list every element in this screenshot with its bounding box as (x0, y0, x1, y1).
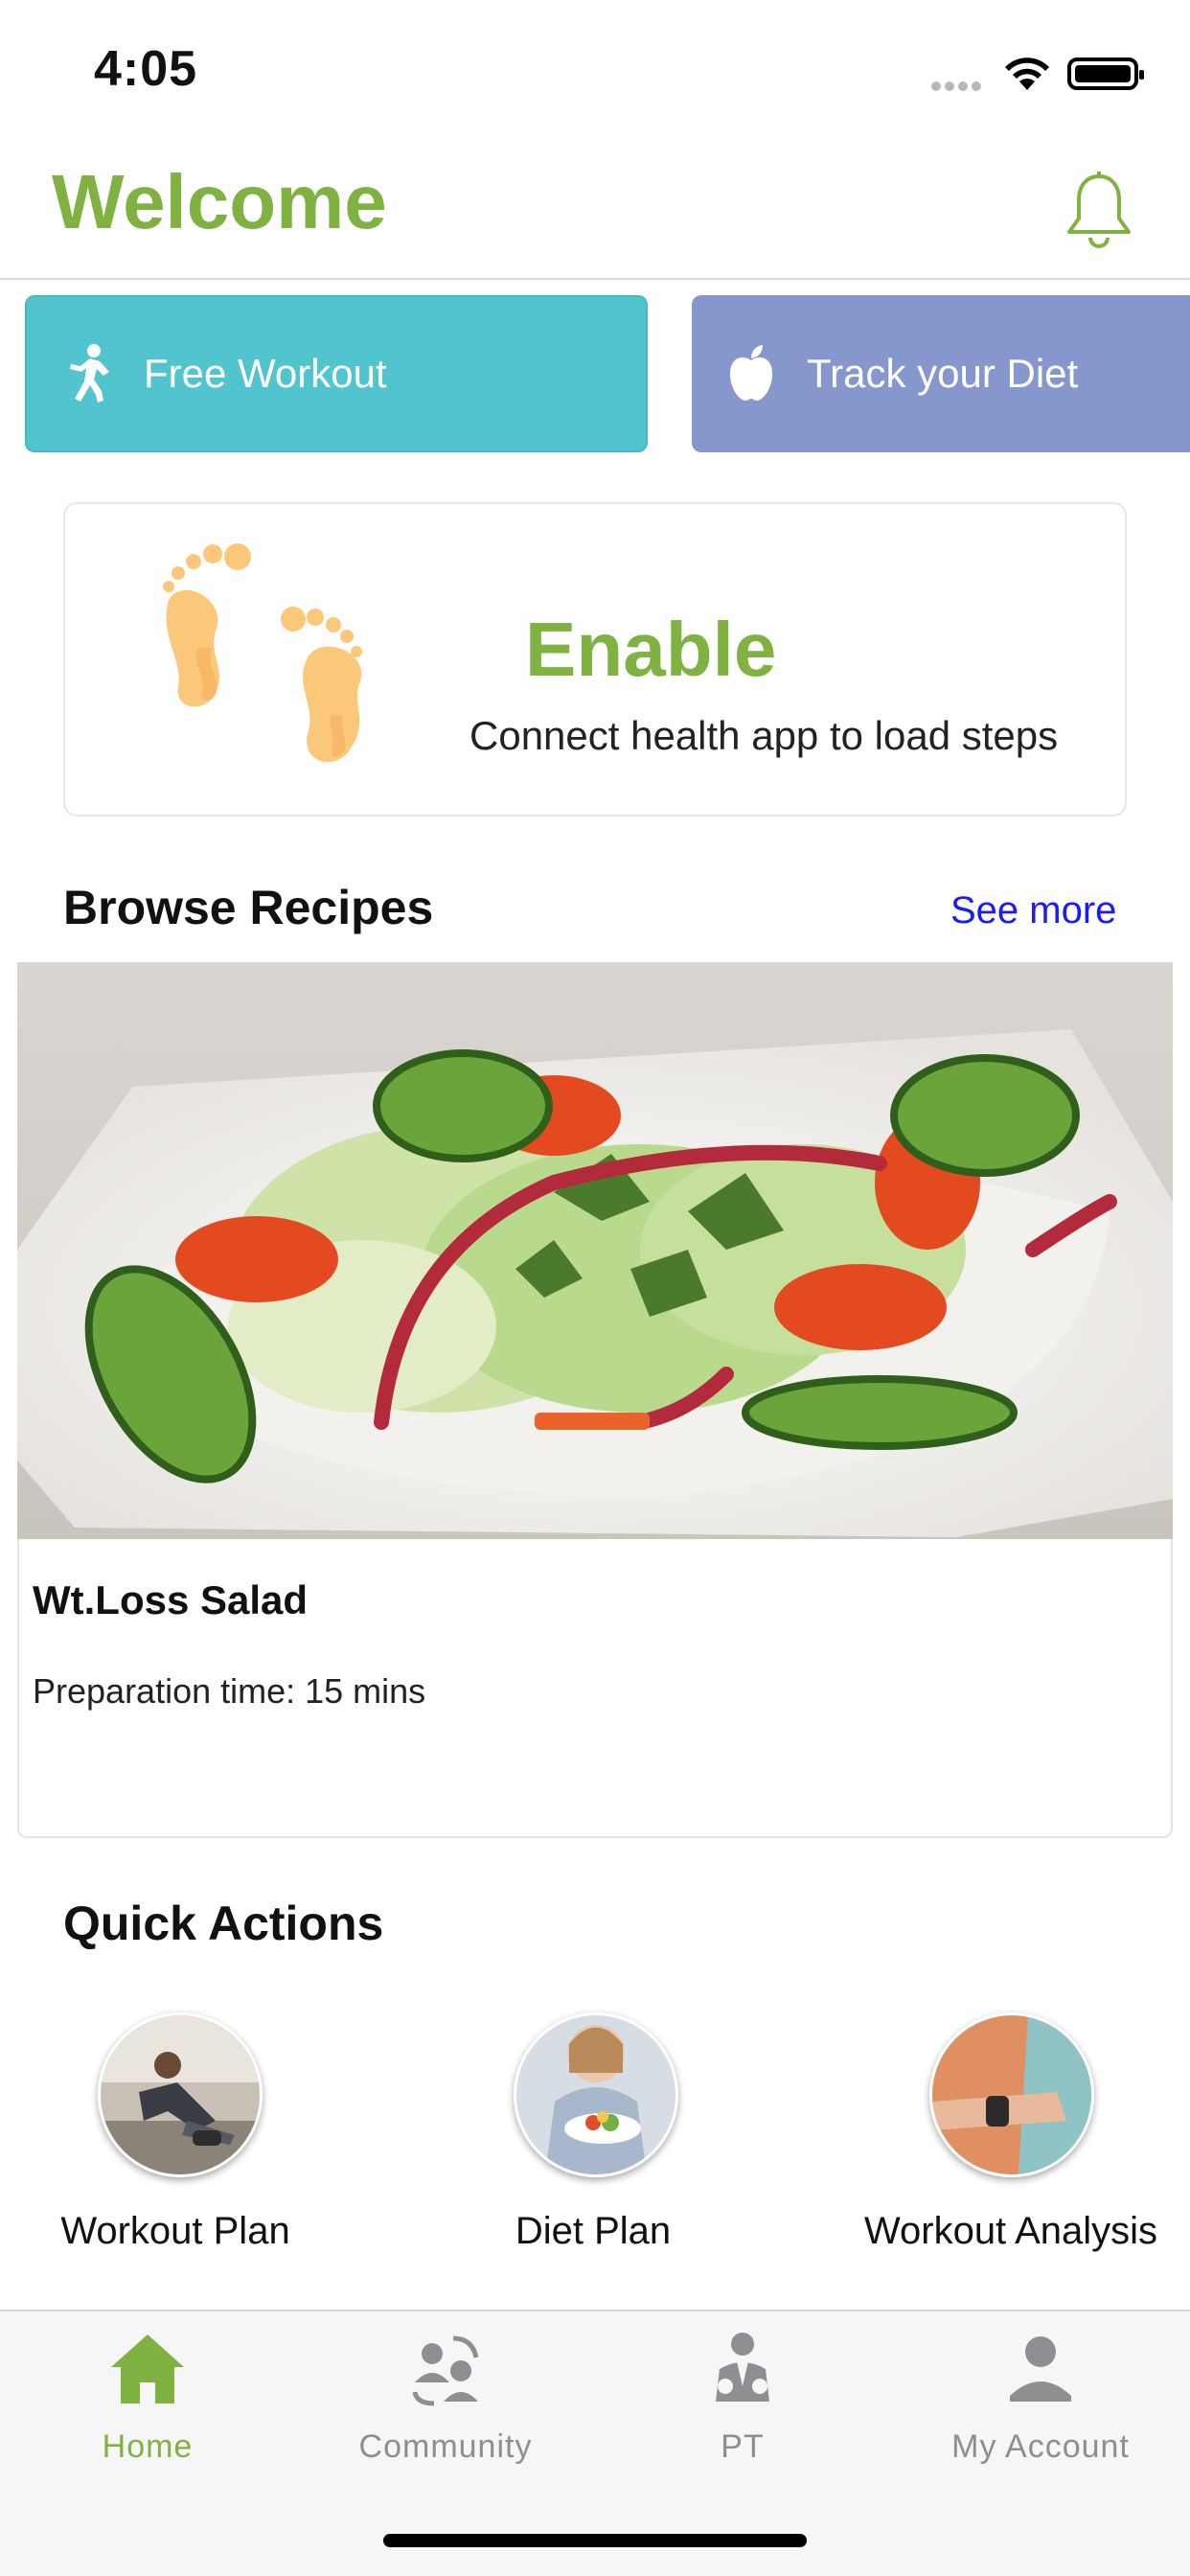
battery-icon (1067, 58, 1144, 90)
see-more-link[interactable]: See more (950, 889, 1116, 932)
recipe-name: Wt.Loss Salad (33, 1577, 309, 1622)
analysis-photo (932, 2015, 1091, 2174)
browse-recipes-heading: Browse Recipes (63, 881, 434, 934)
workout-photo (101, 2015, 260, 2174)
tab-pt[interactable]: PT (628, 2329, 858, 2466)
track-diet-label: Track your Diet (807, 351, 1079, 396)
diet-photo (516, 2015, 675, 2174)
wifi-icon (1005, 58, 1049, 90)
home-indicator (383, 2534, 807, 2547)
free-workout-label: Free Workout (144, 351, 387, 396)
tab-home-label: Home (102, 2428, 194, 2465)
walking-person-icon (70, 344, 109, 402)
workout-plan-label[interactable]: Workout Plan (0, 2210, 367, 2253)
quick-actions-heading: Quick Actions (63, 1897, 384, 1950)
tab-my-account-label: My Account (951, 2428, 1130, 2465)
status-time: 4:05 (94, 41, 198, 97)
workout-plan-image[interactable] (98, 2012, 263, 2177)
trainer-icon (716, 2333, 769, 2402)
bell-icon[interactable] (1064, 171, 1134, 251)
workout-analysis-image[interactable] (929, 2012, 1094, 2177)
diet-plan-label[interactable]: Diet Plan (401, 2210, 785, 2253)
page-title: Welcome (52, 159, 387, 244)
tab-community[interactable]: Community (331, 2329, 561, 2466)
header-divider (0, 278, 1190, 280)
home-icon (111, 2334, 184, 2404)
salad-photo (17, 962, 1173, 1539)
free-workout-button[interactable]: Free Workout (25, 295, 648, 452)
account-icon (1010, 2336, 1071, 2402)
footprints-icon (163, 543, 362, 763)
apple-icon (730, 345, 772, 401)
enable-steps-title[interactable]: Enable (525, 606, 776, 694)
tab-home[interactable]: Home (33, 2329, 263, 2466)
workout-analysis-label[interactable]: Workout Analysis (819, 2210, 1190, 2253)
tab-my-account[interactable]: My Account (926, 2329, 1156, 2466)
enable-steps-subtitle: Connect health app to load steps (469, 713, 1059, 758)
community-icon (412, 2335, 479, 2406)
cellular-signal-icon (931, 79, 987, 91)
tab-pt-label: PT (721, 2428, 765, 2465)
tab-community-label: Community (358, 2428, 533, 2465)
track-diet-button[interactable]: Track your Diet (692, 295, 1190, 452)
recipe-prep-time: Preparation time: 15 mins (33, 1671, 426, 1711)
diet-plan-image[interactable] (514, 2012, 678, 2177)
